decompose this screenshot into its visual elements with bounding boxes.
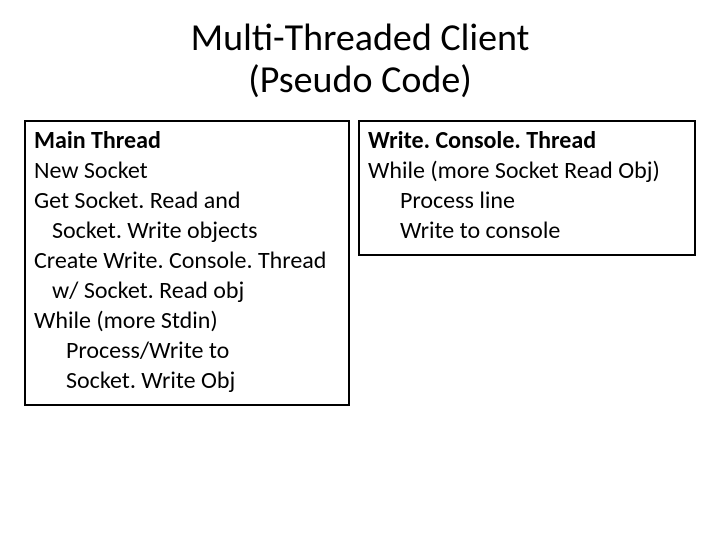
left-line-6: While (more Stdin) — [34, 306, 340, 336]
left-line-8: Socket. Write Obj — [34, 366, 340, 396]
left-line-4: Create Write. Console. Thread — [34, 246, 340, 276]
left-line-7: Process/Write to — [34, 336, 340, 366]
right-line-3: Write to console — [368, 216, 686, 246]
left-line-3: Socket. Write objects — [34, 216, 340, 246]
left-line-1: New Socket — [34, 156, 340, 186]
title-line-2: (Pseudo Code) — [248, 57, 472, 103]
left-line-2: Get Socket. Read and — [34, 186, 340, 216]
slide: Multi-Threaded Client (Pseudo Code) Main… — [0, 0, 720, 540]
write-console-header: Write. Console. Thread — [368, 126, 686, 156]
main-thread-box: Main Thread New Socket Get Socket. Read … — [24, 120, 350, 406]
columns: Main Thread New Socket Get Socket. Read … — [24, 120, 696, 406]
right-line-1: While (more Socket Read Obj) — [368, 156, 686, 186]
write-console-thread-box: Write. Console. Thread While (more Socke… — [358, 120, 696, 256]
right-line-2: Process line — [368, 186, 686, 216]
left-line-5: w/ Socket. Read obj — [34, 276, 340, 306]
title-line-1: Multi-Threaded Client — [191, 15, 530, 61]
slide-title: Multi-Threaded Client (Pseudo Code) — [24, 18, 696, 102]
main-thread-header: Main Thread — [34, 126, 340, 156]
